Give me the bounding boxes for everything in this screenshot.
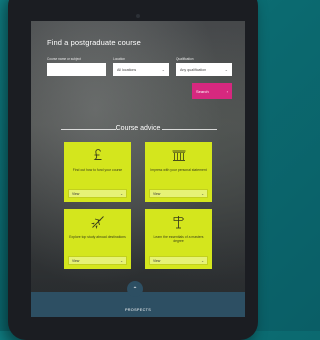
- page-title: Find a postgraduate course: [47, 38, 141, 47]
- chevron-down-icon: ⌄: [120, 258, 123, 263]
- tablet-screen: Find a postgraduate course Course name o…: [31, 21, 245, 317]
- qualification-field-label: Qualification: [176, 57, 194, 61]
- card-view-button[interactable]: View ⌄: [68, 189, 127, 198]
- camera-dot: [136, 14, 140, 18]
- chevron-up-icon: ⌃: [132, 286, 138, 293]
- view-label: View: [72, 191, 80, 196]
- search-button[interactable]: Search ›: [192, 83, 232, 99]
- location-field-label: Location: [113, 57, 126, 61]
- chevron-down-icon: ⌄: [201, 258, 204, 263]
- pound-icon: [93, 149, 102, 160]
- card-view-button[interactable]: View ⌄: [68, 256, 127, 265]
- advice-card-funding[interactable]: Find out how to fund your course View ⌄: [64, 142, 131, 202]
- card-text: Learn the essentials of a masters degree: [153, 235, 204, 244]
- qualification-select-value: Any qualification: [180, 67, 207, 72]
- search-button-label: Search: [196, 88, 209, 94]
- advice-card-masters-degree[interactable]: Learn the essentials of a masters degree…: [145, 209, 212, 269]
- section-title: Course advice: [115, 125, 161, 132]
- course-input[interactable]: [47, 63, 106, 76]
- pillars-icon: [172, 150, 186, 161]
- location-select[interactable]: All locations ⌄: [113, 63, 169, 76]
- advice-card-personal-statement[interactable]: Impress with your personal statement Vie…: [145, 142, 212, 202]
- chevron-down-icon: ⌄: [201, 191, 204, 196]
- signpost-icon: [173, 216, 185, 229]
- view-label: View: [72, 258, 80, 263]
- plane-icon: [90, 216, 104, 230]
- card-text: Find out how to fund your course: [72, 168, 123, 172]
- card-text: Impress with your personal statement: [150, 168, 207, 172]
- view-label: View: [153, 258, 161, 263]
- card-view-button[interactable]: View ⌄: [149, 189, 208, 198]
- search-arrow-icon: ›: [226, 88, 228, 94]
- brand-logo-text[interactable]: PROSPECTS: [31, 308, 245, 312]
- chevron-down-icon: ⌄: [120, 191, 123, 196]
- location-select-value: All locations: [117, 67, 137, 72]
- card-view-button[interactable]: View ⌄: [149, 256, 208, 265]
- course-field-label: Course name or subject: [47, 57, 81, 61]
- view-label: View: [153, 191, 161, 196]
- qualification-select[interactable]: Any qualification ⌄: [176, 63, 232, 76]
- chevron-down-icon: ⌄: [161, 67, 165, 72]
- chevron-down-icon: ⌄: [224, 67, 228, 72]
- advice-card-study-abroad[interactable]: Explore top study abroad destinations Vi…: [64, 209, 131, 269]
- scroll-up-button[interactable]: ⌃: [127, 281, 143, 297]
- card-text: Explore top study abroad destinations: [69, 235, 126, 239]
